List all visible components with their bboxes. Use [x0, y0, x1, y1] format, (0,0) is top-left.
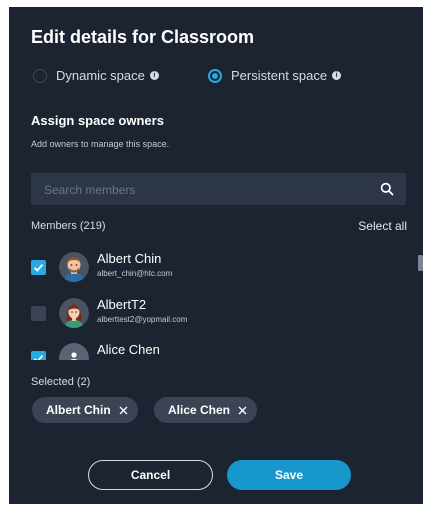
selected-chip[interactable]: Alice Chen — [154, 397, 258, 423]
female-avatar — [59, 298, 89, 328]
chip-label: Albert Chin — [46, 403, 111, 417]
assign-owners-heading: Assign space owners — [31, 113, 164, 128]
members-list[interactable]: Albert Chin albert_chin@htc.com AlbertT2… — [9, 243, 423, 360]
default-avatar — [59, 343, 89, 360]
chip-label: Alice Chen — [168, 403, 231, 417]
radio-selected-icon[interactable] — [208, 68, 222, 83]
radio-unselected-icon[interactable] — [33, 68, 47, 83]
dialog-title: Edit details for Classroom — [31, 27, 255, 47]
member-email: albert_chin@htc.com — [97, 269, 173, 278]
search-members-box — [31, 173, 406, 207]
member-row[interactable]: Albert Chin albert_chin@htc.com — [31, 249, 391, 289]
checkmark-icon — [33, 355, 44, 360]
edit-details-dialog: Edit details for Classroom Dynamic space… — [9, 7, 423, 504]
info-icon[interactable]: i — [149, 71, 159, 80]
checkmark-icon — [33, 264, 44, 272]
male-avatar — [59, 252, 89, 282]
dynamic-space-label: Dynamic space — [56, 68, 145, 83]
persistent-space-option[interactable]: Persistent space i — [208, 68, 342, 83]
member-name: AlbertT2 — [97, 297, 147, 312]
info-icon[interactable]: i — [332, 71, 342, 80]
members-scrollbar[interactable] — [418, 255, 423, 271]
selected-count-label: Selected (2) — [31, 376, 91, 388]
member-row[interactable]: AlbertT2 alberttest2@yopmail.com — [31, 295, 391, 335]
members-count-label: Members (219) — [31, 220, 106, 232]
member-row[interactable]: Alice Chen — [31, 340, 391, 360]
member-checkbox[interactable] — [31, 260, 46, 275]
dynamic-space-option[interactable]: Dynamic space i — [33, 68, 159, 83]
persistent-space-label: Persistent space — [231, 68, 328, 83]
close-icon[interactable] — [119, 406, 128, 415]
member-checkbox[interactable] — [31, 306, 46, 321]
cancel-button[interactable]: Cancel — [88, 460, 213, 490]
member-name: Albert Chin — [97, 251, 162, 266]
save-button[interactable]: Save — [227, 460, 351, 490]
close-icon[interactable] — [238, 406, 247, 415]
search-members-input[interactable] — [42, 173, 376, 207]
search-icon[interactable] — [380, 182, 394, 196]
assign-owners-subtitle: Add owners to manage this space. — [31, 139, 170, 149]
member-email: alberttest2@yopmail.com — [97, 315, 188, 324]
selected-chip[interactable]: Albert Chin — [32, 397, 138, 423]
select-all-link[interactable]: Select all — [358, 219, 407, 233]
member-checkbox[interactable] — [31, 351, 46, 360]
member-name: Alice Chen — [97, 342, 160, 357]
